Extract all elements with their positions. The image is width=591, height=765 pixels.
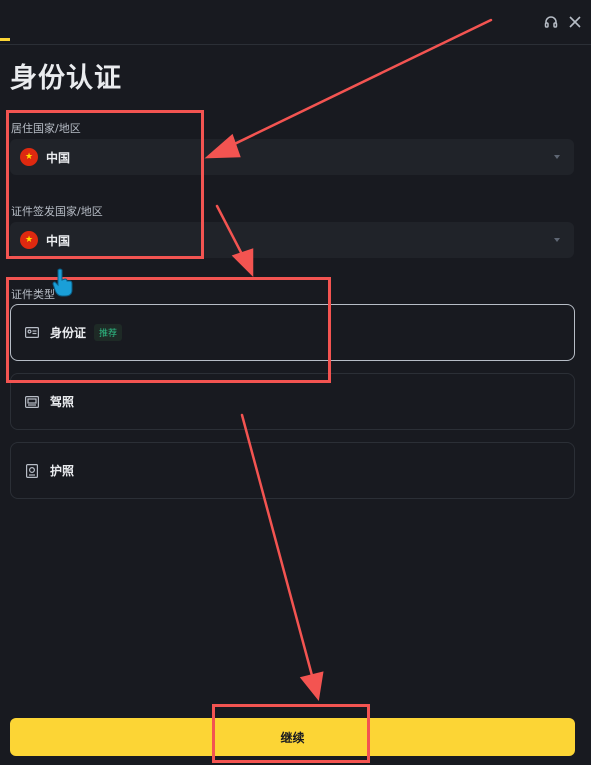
residence-country-label: 居住国家/地区 <box>11 122 81 135</box>
doc-option-driver-license[interactable]: 驾照 <box>10 373 575 430</box>
doc-option-label: 护照 <box>50 464 75 478</box>
issuing-country-value: 中国 <box>46 233 71 248</box>
doc-option-label: 身份证 <box>50 326 87 340</box>
china-flag-icon: ★ <box>20 231 38 249</box>
residence-country-value: 中国 <box>46 150 71 165</box>
passport-icon <box>25 463 39 478</box>
continue-button[interactable]: 继续 <box>10 718 575 756</box>
close-icon[interactable] <box>567 14 583 30</box>
document-type-label: 证件类型 <box>11 288 55 301</box>
id-card-icon <box>25 327 39 339</box>
doc-option-id-card[interactable]: 身份证 推荐 <box>10 304 575 361</box>
page-title: 身份认证 <box>10 63 122 94</box>
chevron-down-icon <box>554 238 560 242</box>
residence-country-select[interactable]: ★ 中国 <box>10 139 574 175</box>
doc-option-passport[interactable]: 护照 <box>10 442 575 499</box>
issuing-country-select[interactable]: ★ 中国 <box>10 222 574 258</box>
top-bar <box>0 0 591 45</box>
recommended-badge: 推荐 <box>94 324 123 341</box>
chevron-down-icon <box>554 155 560 159</box>
driver-license-icon <box>25 395 39 408</box>
doc-option-label: 驾照 <box>50 395 75 409</box>
hand-cursor-icon <box>52 268 73 297</box>
headset-icon[interactable] <box>543 14 559 30</box>
top-actions <box>543 14 583 30</box>
china-flag-icon: ★ <box>20 148 38 166</box>
issuing-country-label: 证件签发国家/地区 <box>11 205 103 218</box>
identity-verification-page: 身份认证 居住国家/地区 ★ 中国 证件签发国家/地区 ★ 中国 证件类型 身份… <box>0 0 591 765</box>
progress-indicator <box>0 38 10 41</box>
